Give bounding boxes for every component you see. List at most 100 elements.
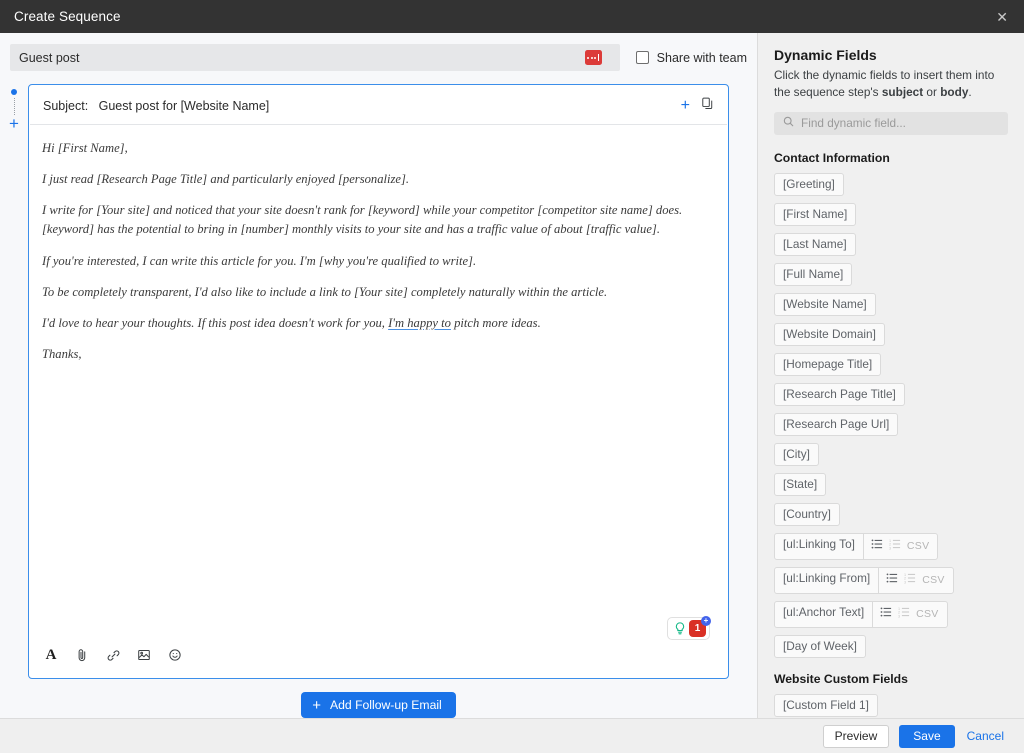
dynamic-field-label: [Research Page Url] [775,414,897,435]
sequence-name-value: Guest post [19,51,585,65]
create-sequence-dialog: Create Sequence ✕ Guest post Share with … [0,0,1024,753]
text-format-icon[interactable]: A [42,646,60,664]
add-step-plus-icon[interactable]: + [9,118,19,129]
dynamic-field-label: [State] [775,474,825,495]
sequence-editor-pane: Guest post Share with team + [0,33,757,753]
dialog-title: Create Sequence [14,9,992,24]
csv-option-label[interactable]: CSV [907,540,930,552]
lightbulb-icon[interactable] [671,620,688,637]
dynamic-field-label: [Research Page Title] [775,384,904,405]
step-dot-icon [11,89,17,95]
sequence-step-row: + Subject: Guest post for [Website Name]… [0,71,757,679]
subject-input[interactable]: Subject: Guest post for [Website Name] [43,99,681,113]
image-icon[interactable] [135,646,153,664]
dynamic-field-chip[interactable]: [Day of Week] [774,635,866,658]
dynamic-field-chip[interactable]: [Custom Field 1] [774,694,878,717]
share-with-team-checkbox[interactable]: Share with team [620,51,747,65]
subject-label: Subject: [43,99,88,113]
svg-text:3: 3 [898,614,900,618]
dynamic-field-chip[interactable]: [Website Name] [774,293,876,316]
dynamic-field-label: [Country] [775,504,839,525]
bulleted-list-icon[interactable] [871,537,883,555]
step-connector-line [14,98,15,115]
suggestion-count-badge[interactable]: 1 + [689,620,706,637]
dynamic-field-label: [First Name] [775,204,855,225]
numbered-list-icon[interactable]: 123 [889,537,901,555]
dynamic-fields-title: Dynamic Fields [774,47,1008,63]
preview-button[interactable]: Preview [823,725,890,748]
dynamic-field-chip[interactable]: [ul:Anchor Text] 123 CSV [774,601,948,628]
svg-text:3: 3 [904,580,906,584]
assistant-badge-cluster: 1 + [667,617,710,640]
plus-badge-icon: + [701,616,711,626]
body-paragraph: Thanks, [42,345,708,364]
dynamic-field-chip[interactable]: [Homepage Title] [774,353,881,376]
add-followup-row: + Add Follow-up Email [0,679,757,718]
body-paragraph: I write for [Your site] and noticed that… [42,201,708,239]
dynamic-field-chip[interactable]: [Last Name] [774,233,856,256]
dynamic-field-chip[interactable]: [Research Page Url] [774,413,898,436]
dynamic-field-label: [Greeting] [775,174,843,195]
dialog-body: Guest post Share with team + [0,33,1024,753]
dialog-titlebar: Create Sequence ✕ [0,0,1024,33]
body-inline-link[interactable]: I'm happy to [388,316,451,330]
dynamic-field-chip[interactable]: [City] [774,443,819,466]
step-rail: + [0,84,28,679]
numbered-list-icon[interactable]: 123 [898,605,910,623]
dialog-footer: Preview Save Cancel [0,718,1024,753]
checkbox-box [636,51,649,64]
dynamic-field-chip[interactable]: [Greeting] [774,173,844,196]
numbered-list-icon[interactable]: 123 [904,571,916,589]
copy-icon[interactable] [701,97,714,115]
sequence-name-input[interactable]: Guest post [10,44,620,71]
add-followup-email-button[interactable]: + Add Follow-up Email [301,692,456,718]
link-paragraph-after: pitch more ideas. [451,316,541,330]
dynamic-field-format-options: 123 CSV [863,534,938,559]
plus-icon[interactable]: + [681,98,690,114]
grammar-check-icon[interactable] [585,50,602,65]
dynamic-field-chip[interactable]: [State] [774,473,826,496]
emoji-icon[interactable] [166,646,184,664]
group-title-website-custom-fields: Website Custom Fields [774,672,1008,686]
bulleted-list-icon[interactable] [886,571,898,589]
dynamic-field-label: [ul:Linking To] [775,534,863,559]
dynamic-field-chip[interactable]: [ul:Linking From] 123 CSV [774,567,954,594]
plus-icon: + [312,698,321,713]
subject-actions: + [681,97,714,115]
close-icon[interactable]: ✕ [992,8,1012,26]
description-part-3: . [968,85,971,99]
bulleted-list-icon[interactable] [880,605,892,623]
dynamic-field-search-input[interactable]: Find dynamic field... [774,112,1008,135]
body-paragraph-with-link: I'd love to hear your thoughts. If this … [42,314,708,333]
dynamic-field-label: [Website Name] [775,294,875,315]
suggestion-count: 1 [695,623,701,634]
save-button[interactable]: Save [899,725,954,748]
dynamic-field-chip[interactable]: [ul:Linking To] 123 CSV [774,533,938,560]
dynamic-fields-description: Click the dynamic fields to insert them … [774,67,1008,101]
csv-option-label[interactable]: CSV [916,608,939,620]
dynamic-field-chip[interactable]: [Website Domain] [774,323,885,346]
attachment-icon[interactable] [73,646,91,664]
dynamic-field-label: [Day of Week] [775,636,865,657]
dynamic-field-label: [ul:Anchor Text] [775,602,872,627]
dynamic-field-chip[interactable]: [First Name] [774,203,856,226]
body-paragraph: I just read [Research Page Title] and pa… [42,170,708,189]
dynamic-field-label: [Homepage Title] [775,354,880,375]
dynamic-field-chip[interactable]: [Full Name] [774,263,852,286]
description-bold-subject: subject [882,85,923,99]
link-paragraph-before: I'd love to hear your thoughts. If this … [42,316,388,330]
dynamic-field-label: [Full Name] [775,264,851,285]
dynamic-field-chip-list: [Greeting] [First Name] [Last Name] [Full N… [774,173,1008,658]
csv-option-label[interactable]: CSV [922,574,945,586]
email-step-card: Subject: Guest post for [Website Name] + [28,84,729,679]
dynamic-field-label: [ul:Linking From] [775,568,878,593]
link-icon[interactable] [104,646,122,664]
subject-row: Subject: Guest post for [Website Name] + [30,85,727,125]
dynamic-field-format-options: 123 CSV [872,602,947,627]
dynamic-fields-panel: Dynamic Fields Click the dynamic fields … [757,33,1024,753]
dynamic-field-chip[interactable]: [Research Page Title] [774,383,905,406]
cancel-button[interactable]: Cancel [965,729,1006,743]
email-body-editor[interactable]: Hi [First Name], I just read [Research P… [29,125,728,644]
description-part-2: or [923,85,940,99]
dynamic-field-chip[interactable]: [Country] [774,503,840,526]
